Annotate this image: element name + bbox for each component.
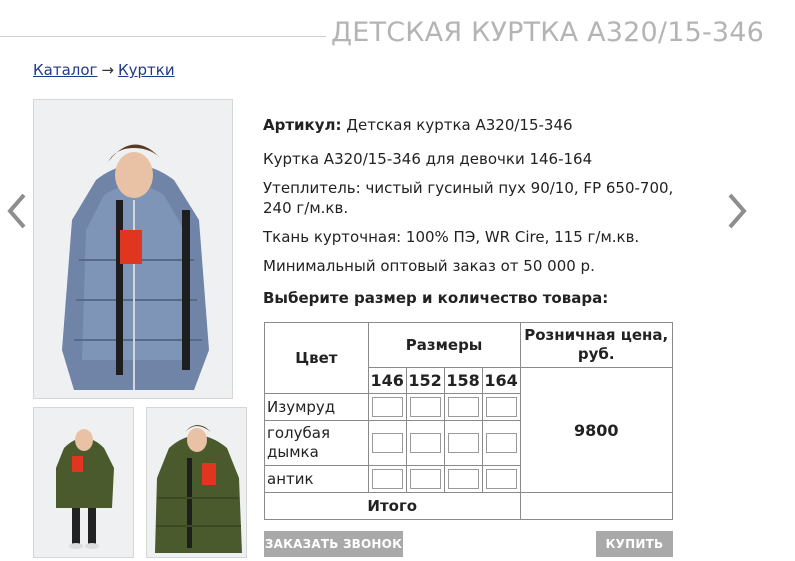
total-row: Итого	[264, 492, 673, 520]
total-value	[519, 492, 673, 520]
buy-button[interactable]: КУПИТЬ	[596, 531, 673, 557]
chevron-right-icon[interactable]	[726, 191, 748, 238]
qty-input-izumrud-158[interactable]	[447, 397, 479, 417]
title-divider	[0, 36, 326, 37]
order-table: Цвет Размеры Розничная цена, руб. 146 15…	[264, 322, 673, 520]
page-title: ДЕТСКАЯ КУРТКА А320/15-346	[331, 17, 765, 48]
thumbnail-1[interactable]	[33, 407, 134, 558]
qty-input-golubaya-158[interactable]	[447, 433, 479, 453]
column-header-color: Цвет	[264, 322, 369, 394]
size-header-146: 146	[367, 367, 407, 394]
breadcrumb-catalog-link[interactable]: Каталог	[33, 61, 97, 79]
qty-input-izumrud-146[interactable]	[371, 397, 403, 417]
article-line: Артикул: Детская куртка А320/15-346	[263, 115, 683, 135]
qty-input-golubaya-146[interactable]	[371, 433, 403, 453]
color-name-izumrud: Изумруд	[264, 393, 369, 421]
retail-price: 9800	[519, 367, 673, 493]
size-header-158: 158	[443, 367, 483, 394]
color-name-golubaya-dymka: голубая дымка	[264, 420, 369, 466]
product-fabric: Ткань курточная: 100% ПЭ, WR Cire, 115 г…	[263, 228, 640, 246]
qty-input-izumrud-152[interactable]	[409, 397, 441, 417]
breadcrumb: Каталог → Куртки	[33, 61, 175, 79]
qty-input-izumrud-164[interactable]	[485, 397, 517, 417]
color-name-antik: антик	[264, 465, 369, 493]
article-value: Детская куртка А320/15-346	[346, 116, 573, 134]
total-label: Итого	[264, 492, 521, 520]
qty-input-golubaya-152[interactable]	[409, 433, 441, 453]
breadcrumb-category-link[interactable]: Куртки	[118, 61, 175, 79]
chevron-left-icon[interactable]	[6, 191, 28, 238]
qty-input-antik-146[interactable]	[371, 469, 403, 489]
main-product-photo[interactable]	[33, 99, 233, 399]
size-header-152: 152	[405, 367, 445, 394]
article-label: Артикул:	[263, 116, 342, 134]
breadcrumb-separator: →	[101, 61, 114, 79]
thumbnail-2[interactable]	[146, 407, 247, 558]
qty-input-antik-164[interactable]	[485, 469, 517, 489]
product-insulation: Утеплитель: чистый гусиный пух 90/10, FP…	[263, 179, 674, 217]
qty-input-antik-152[interactable]	[409, 469, 441, 489]
product-description: Куртка А320/15-346 для девочки 146-164	[263, 150, 593, 168]
min-order-text: Минимальный оптовый заказ от 50 000 р.	[263, 257, 595, 275]
order-heading: Выберите размер и количество товара:	[263, 289, 609, 307]
qty-input-antik-158[interactable]	[447, 469, 479, 489]
size-header-164: 164	[481, 367, 521, 394]
column-header-sizes: Размеры	[367, 322, 521, 368]
qty-input-golubaya-164[interactable]	[485, 433, 517, 453]
request-call-button[interactable]: ЗАКАЗАТЬ ЗВОНОК	[264, 531, 403, 557]
column-header-price: Розничная цена, руб.	[519, 322, 673, 368]
